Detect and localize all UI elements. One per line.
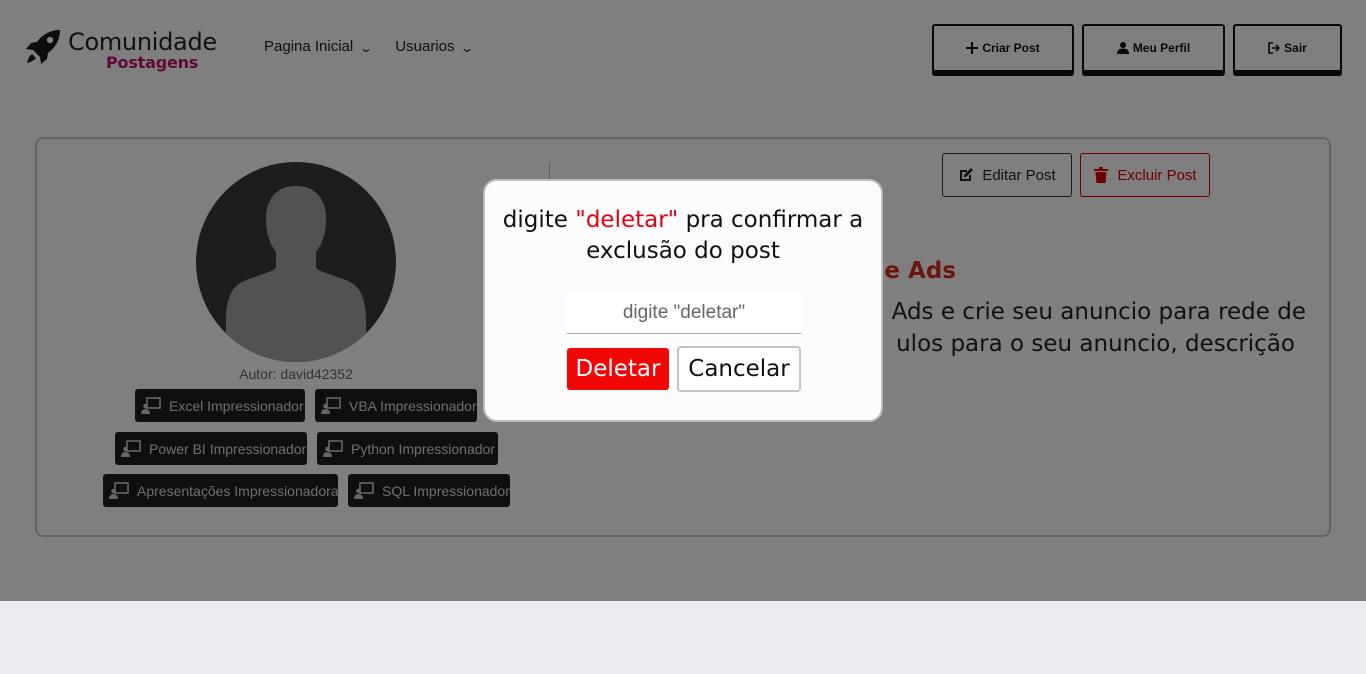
- modal-message-prefix: digite: [502, 207, 576, 233]
- modal-message-keyword: "deletar": [575, 207, 679, 233]
- confirm-delete-input[interactable]: [567, 292, 801, 334]
- modal-message: digite "deletar" pra confirmar a exclusã…: [485, 205, 881, 267]
- confirm-delete-button[interactable]: Deletar: [567, 348, 669, 390]
- page: Comunidade Postagens Pagina Inicial ⌄ Us…: [0, 0, 1366, 601]
- delete-confirm-modal: digite "deletar" pra confirmar a exclusã…: [483, 179, 883, 422]
- cancel-button[interactable]: Cancelar: [677, 346, 801, 392]
